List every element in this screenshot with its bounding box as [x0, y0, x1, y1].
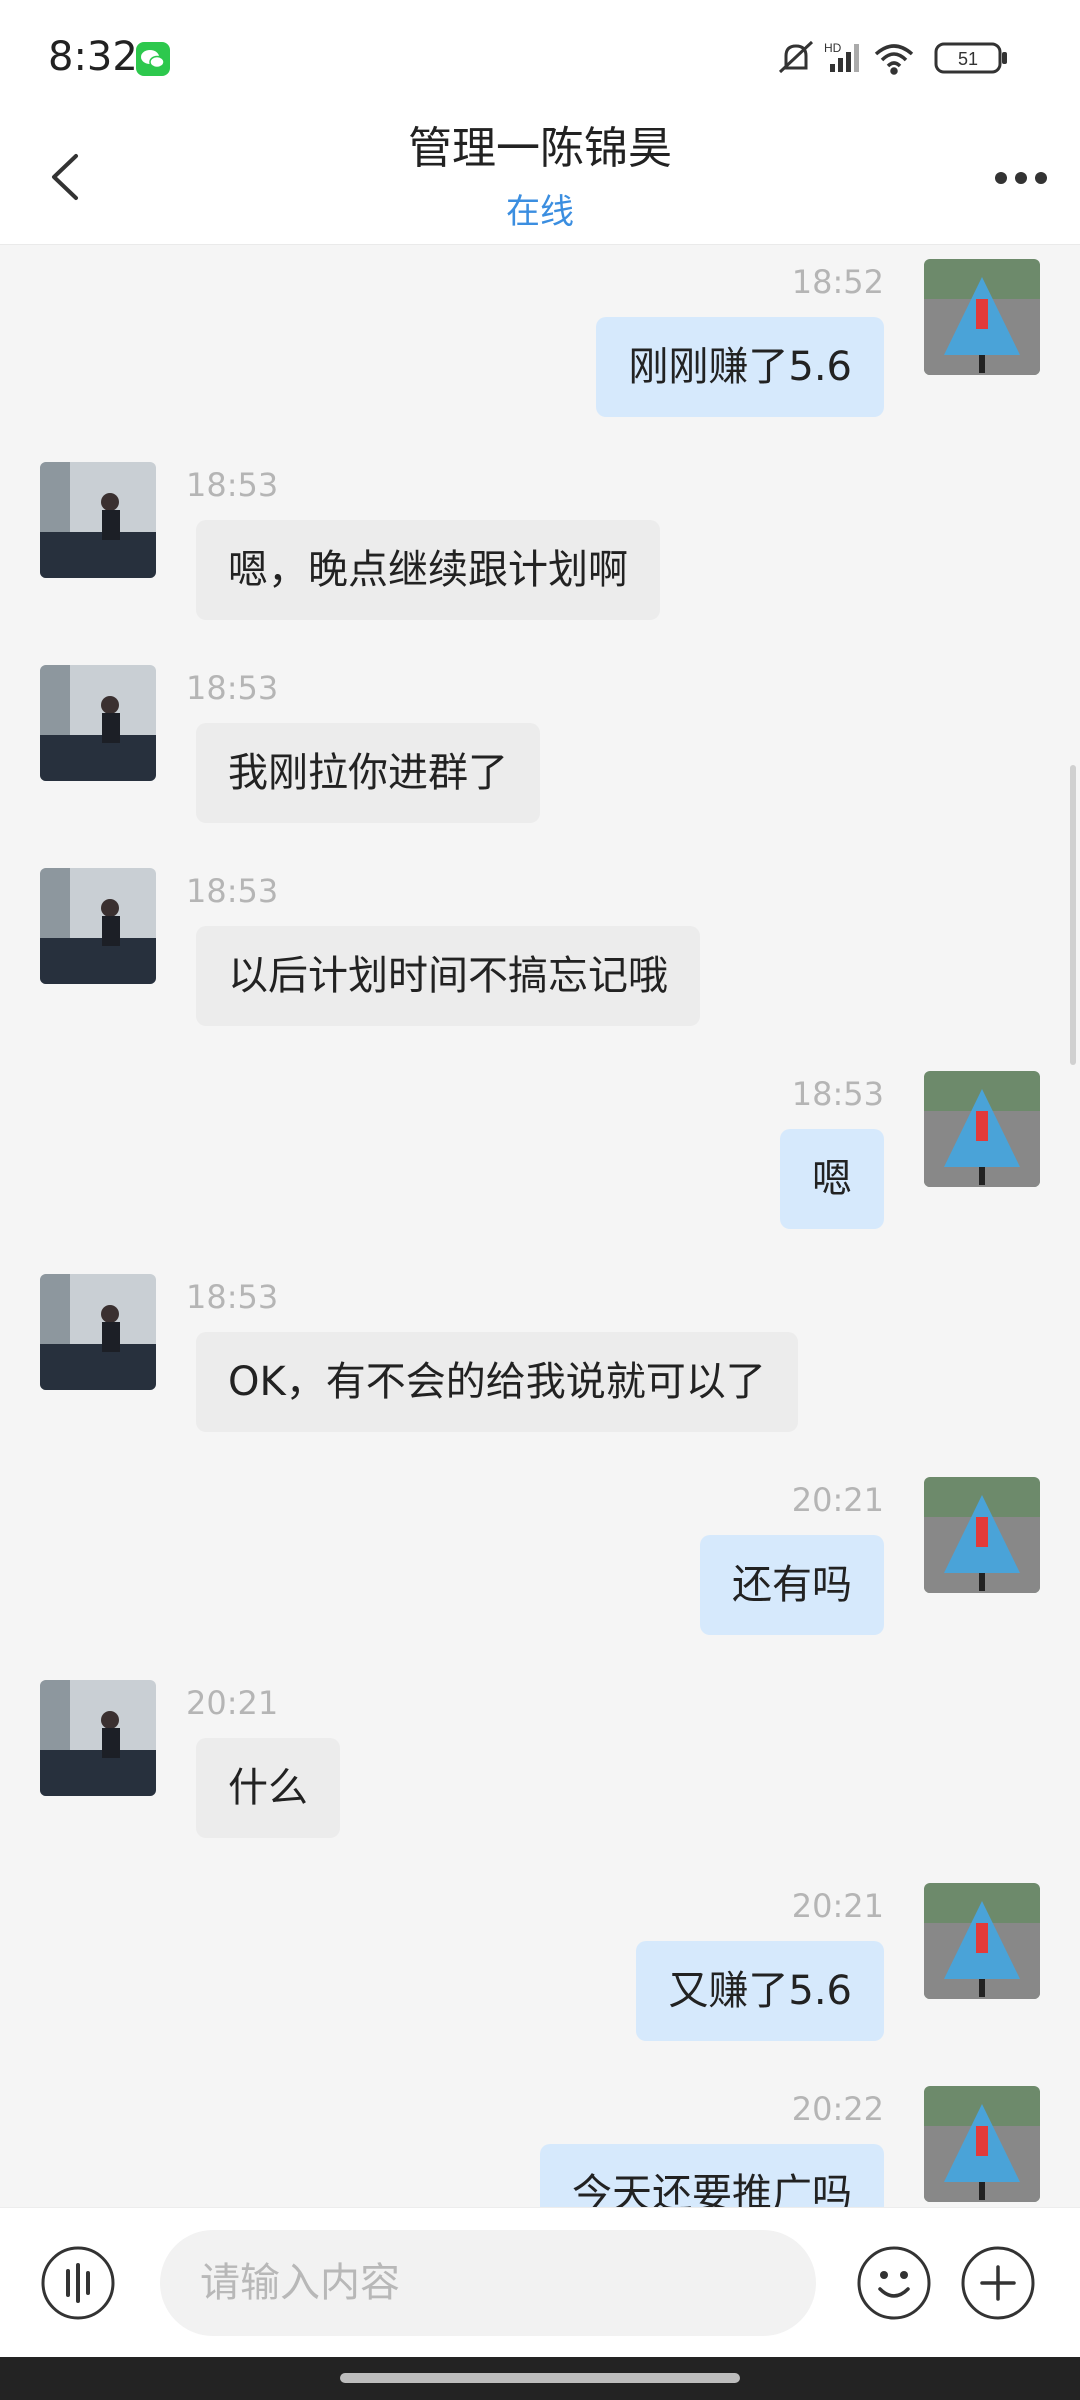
chat-title: 管理一陈锦昊 [408, 123, 672, 174]
more-button[interactable] [986, 148, 1056, 208]
status-icons: HD 51 [776, 38, 1036, 78]
voice-button[interactable] [40, 2245, 116, 2321]
message-time: 20:21 [186, 1684, 279, 1722]
message-time: 20:22 [791, 2090, 884, 2128]
chat-header: 管理一陈锦昊 在线 [0, 112, 1080, 244]
emoji-button[interactable] [856, 2245, 932, 2321]
message-bubble-self[interactable]: 还有吗 [700, 1535, 884, 1635]
message-bubble-contact[interactable]: 以后计划时间不搞忘记哦 [196, 926, 700, 1026]
signal-icon: HD [824, 41, 859, 72]
home-indicator[interactable] [340, 2373, 740, 2383]
my-avatar[interactable] [924, 259, 1040, 375]
message-bubble-contact[interactable]: 我刚拉你进群了 [196, 723, 540, 823]
contact-avatar[interactable] [40, 462, 156, 578]
message-time: 18:53 [186, 1278, 279, 1316]
wechat-icon [136, 42, 170, 76]
message-bubble-self[interactable]: 今天还要推广吗 [540, 2144, 884, 2207]
message-time: 18:52 [791, 263, 884, 301]
my-avatar[interactable] [924, 1883, 1040, 1999]
scrollbar[interactable] [1070, 765, 1076, 1065]
my-avatar[interactable] [924, 1071, 1040, 1187]
message-input[interactable] [160, 2230, 816, 2336]
online-status: 在线 [506, 192, 574, 232]
more-dots-icon [995, 172, 1047, 184]
message-bubble-contact[interactable]: 什么 [196, 1738, 340, 1838]
my-avatar[interactable] [924, 1477, 1040, 1593]
message-bubble-contact[interactable]: OK，有不会的给我说就可以了 [196, 1332, 798, 1432]
message-bubble-self[interactable]: 刚刚赚了5.6 [596, 317, 884, 417]
status-bar: 8:32 HD 51 [0, 0, 1080, 112]
my-avatar[interactable] [924, 2086, 1040, 2202]
mute-icon [778, 40, 814, 74]
input-bar [0, 2207, 1080, 2358]
message-time: 18:53 [186, 872, 279, 910]
system-nav-bar [0, 2357, 1080, 2400]
message-time: 20:21 [791, 1481, 884, 1519]
voice-icon [41, 2246, 115, 2320]
message-time: 20:21 [791, 1887, 884, 1925]
message-bubble-self[interactable]: 又赚了5.6 [636, 1941, 884, 2041]
contact-avatar[interactable] [40, 1680, 156, 1796]
message-time: 18:53 [186, 669, 279, 707]
plus-icon [961, 2246, 1035, 2320]
contact-avatar[interactable] [40, 1274, 156, 1390]
message-bubble-self[interactable]: 嗯 [780, 1129, 884, 1229]
contact-avatar[interactable] [40, 665, 156, 781]
message-time: 18:53 [791, 1075, 884, 1113]
svg-text:51: 51 [958, 49, 978, 69]
message-bubble-contact[interactable]: 嗯，晚点继续跟计划啊 [196, 520, 660, 620]
emoji-icon [857, 2246, 931, 2320]
wifi-icon [874, 44, 914, 75]
svg-text:HD: HD [824, 41, 842, 55]
status-time: 8:32 [48, 34, 138, 80]
message-time: 18:53 [186, 466, 279, 504]
message-list[interactable]: 18:52 刚刚赚了5.6 18:53 嗯，晚点继续跟计划啊 18:53 我刚拉… [0, 245, 1080, 2207]
plus-button[interactable] [960, 2245, 1036, 2321]
contact-avatar[interactable] [40, 868, 156, 984]
battery-icon: 51 [934, 42, 1007, 74]
